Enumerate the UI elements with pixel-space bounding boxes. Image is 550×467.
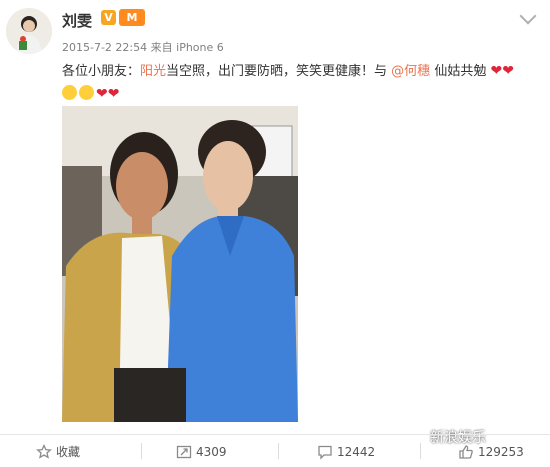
heart-icon: ❤ <box>96 86 108 102</box>
divider <box>278 443 279 459</box>
like-button[interactable]: 129253 <box>458 442 524 462</box>
favorite-button[interactable]: 收藏 <box>36 442 80 462</box>
divider <box>141 443 142 459</box>
heart-icon: ❤ <box>107 86 120 102</box>
chevron-down-icon[interactable] <box>519 7 537 25</box>
repost-count: 4309 <box>196 445 227 459</box>
post-footer: 收藏 4309 12442 129253 <box>0 434 550 467</box>
comment-count: 12442 <box>337 445 376 459</box>
post-timestamp[interactable]: 2015-7-2 22:54 <box>62 41 147 54</box>
comment-icon <box>318 445 332 460</box>
post-text-part2: 当空照，出门要防晒，笑笑更健康！与 <box>166 64 392 79</box>
avatar[interactable] <box>6 8 52 54</box>
repost-icon <box>176 445 192 459</box>
post-meta: 2015-7-2 22:54 来自 iPhone 6 <box>62 39 224 55</box>
divider <box>420 443 421 459</box>
repost-button[interactable]: 4309 <box>176 442 227 462</box>
like-count: 129253 <box>478 445 524 459</box>
smile-icon <box>62 85 77 100</box>
comment-button[interactable]: 12442 <box>317 442 375 462</box>
heart-icon: ❤ <box>490 63 503 79</box>
post-text-part3: 仙姑共勉 <box>430 64 487 79</box>
post-source[interactable]: iPhone 6 <box>176 41 224 54</box>
verified-badge: V <box>101 10 116 25</box>
username[interactable]: 刘雯 <box>62 10 92 31</box>
like-icon <box>459 445 473 459</box>
post-header: 刘雯 V M 2015-7-2 22:54 来自 iPhone 6 <box>0 0 550 60</box>
star-icon <box>36 443 52 459</box>
topic-link[interactable]: 阳光 <box>140 64 166 79</box>
post-photo[interactable] <box>62 106 298 422</box>
member-badge: M <box>119 9 145 26</box>
favorite-label: 收藏 <box>56 445 81 459</box>
post-text: 各位小朋友：阳光当空照，出门要防晒，笑笑更健康！与 @何穗 仙姑共勉 ❤❤ ❤❤ <box>62 60 542 106</box>
post-source-prefix: 来自 <box>150 41 173 54</box>
mention-link[interactable]: @何穗 <box>391 64 430 79</box>
smile-icon <box>79 85 94 100</box>
post-text-part1: 各位小朋友： <box>62 64 141 79</box>
heart-icon: ❤ <box>502 63 514 79</box>
